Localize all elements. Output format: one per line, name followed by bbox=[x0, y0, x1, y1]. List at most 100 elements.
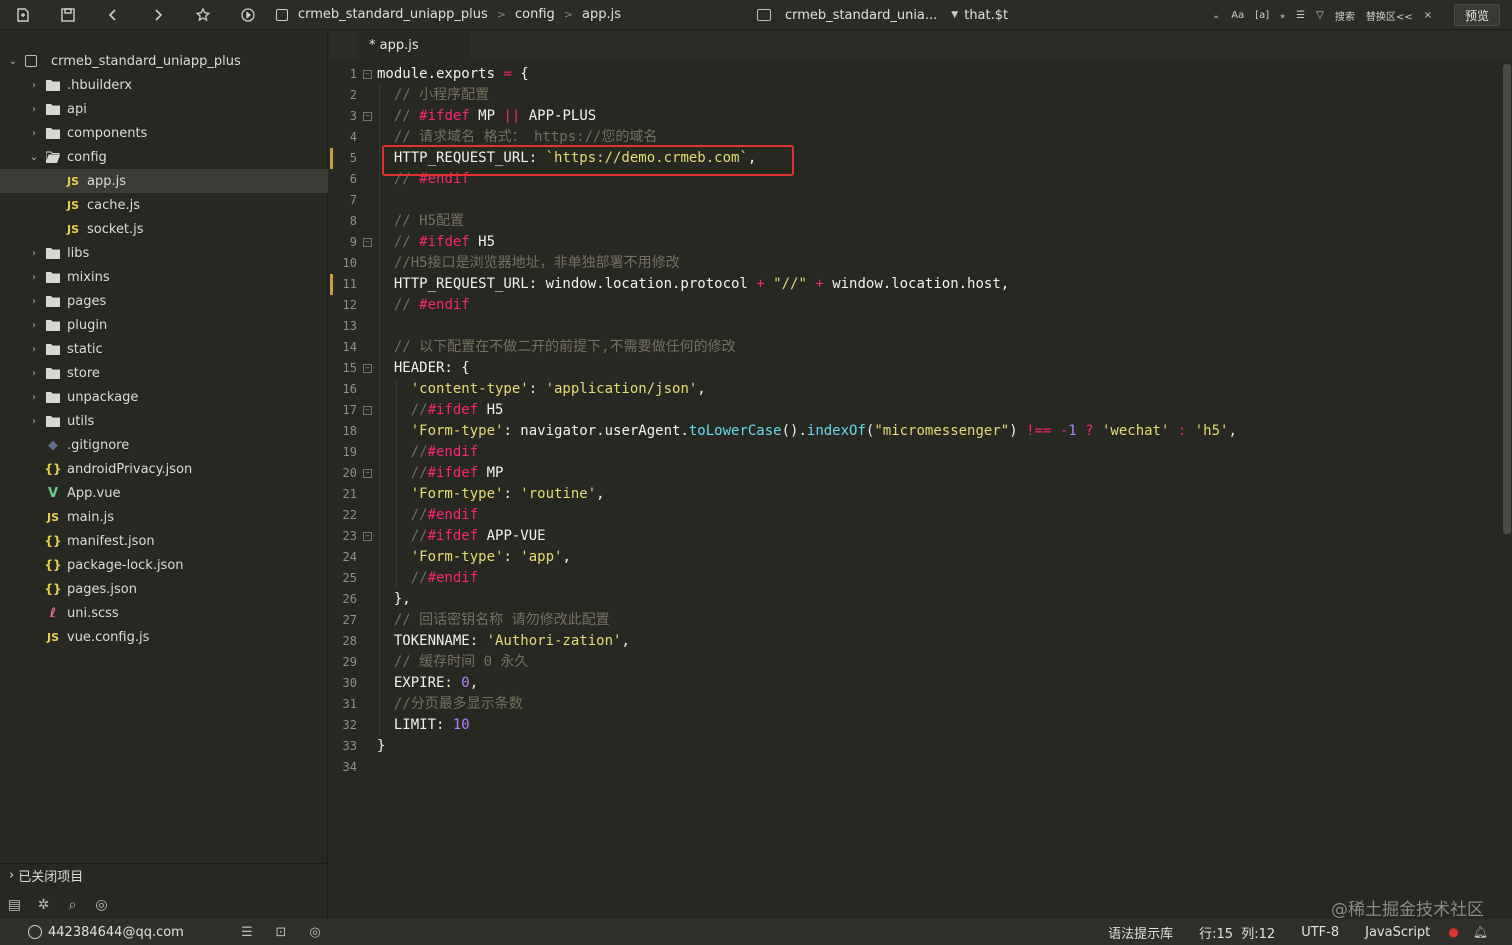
explorer-icon[interactable]: ▤ bbox=[0, 897, 29, 913]
debug-icon[interactable]: ✲ bbox=[29, 897, 58, 913]
forward-icon[interactable] bbox=[135, 0, 180, 30]
sidebar-item[interactable]: › static bbox=[0, 337, 328, 361]
run-icon[interactable] bbox=[225, 0, 270, 30]
bell-icon[interactable]: 🔔︎ bbox=[1473, 925, 1488, 939]
chevron-right-icon[interactable]: › bbox=[28, 272, 40, 283]
code-line[interactable]: 14 // 以下配置在不做二开的前提下,不需要做任何的修改 bbox=[330, 337, 1500, 358]
project-root[interactable]: ⌄ crmeb_standard_uniapp_plus bbox=[0, 49, 328, 73]
sidebar-item[interactable]: › pages bbox=[0, 289, 328, 313]
notification-badge-icon[interactable]: ● bbox=[1448, 925, 1458, 939]
list-button[interactable]: ☰ bbox=[1296, 10, 1305, 21]
fold-toggle-icon[interactable]: − bbox=[363, 406, 372, 415]
code-line[interactable]: 31 //分页最多显示条数 bbox=[330, 694, 1500, 715]
fold-toggle-icon[interactable]: − bbox=[363, 469, 372, 478]
replace-button[interactable]: 替换区<< bbox=[1366, 8, 1413, 23]
browser-icon[interactable]: ◎ bbox=[298, 925, 332, 940]
code-line[interactable]: 34 bbox=[330, 757, 1500, 778]
code-editor[interactable]: 1− module.exports = {2 // 小程序配置 3− // #ifd… bbox=[330, 64, 1512, 918]
code-line[interactable]: 18 'Form-type': navigator.userAgent.toLo… bbox=[330, 421, 1500, 442]
sidebar-item[interactable]: › components bbox=[0, 121, 328, 145]
fold-toggle-icon[interactable]: − bbox=[363, 532, 372, 541]
sidebar-item[interactable]: {} androidPrivacy.json bbox=[0, 457, 328, 481]
syntax-hint-lib[interactable]: 语法提示库 bbox=[1108, 923, 1173, 942]
sidebar-item[interactable]: › libs bbox=[0, 241, 328, 265]
sidebar-item[interactable]: ◆ .gitignore bbox=[0, 433, 328, 457]
sidebar-item[interactable]: › .hbuilderx bbox=[0, 73, 328, 97]
chevron-right-icon[interactable]: › bbox=[28, 248, 40, 259]
code-line[interactable]: 16 'content-type': 'application/json', bbox=[330, 379, 1500, 400]
code-line[interactable]: 2 // 小程序配置 bbox=[330, 85, 1500, 106]
new-file-icon[interactable] bbox=[0, 0, 45, 30]
back-icon[interactable] bbox=[90, 0, 135, 30]
breadcrumb-project[interactable]: crmeb_standard_uniapp_plus bbox=[298, 7, 488, 22]
code-line[interactable]: 25 //#endif bbox=[330, 568, 1500, 589]
sidebar-item[interactable]: {} package-lock.json bbox=[0, 553, 328, 577]
sidebar-item[interactable]: V App.vue bbox=[0, 481, 328, 505]
code-line[interactable]: 27 // 回话密钥名称 请勿修改此配置 bbox=[330, 610, 1500, 631]
chevron-right-icon[interactable]: › bbox=[28, 80, 40, 91]
chevron-right-icon[interactable]: › bbox=[28, 344, 40, 355]
code-line[interactable]: 13 bbox=[330, 316, 1500, 337]
search-area[interactable]: crmeb_standard_unia... ▼ that.$t bbox=[757, 0, 1008, 30]
code-line[interactable]: 10 //H5接口是浏览器地址，非单独部署不用修改 bbox=[330, 253, 1500, 274]
sidebar-item[interactable]: JS main.js bbox=[0, 505, 328, 529]
sidebar-item[interactable]: JS cache.js bbox=[0, 193, 328, 217]
code-line[interactable]: 23− //#ifdef APP-VUE bbox=[330, 526, 1500, 547]
code-line[interactable]: 15− HEADER: { bbox=[330, 358, 1500, 379]
fold-toggle-icon[interactable]: − bbox=[363, 112, 372, 121]
close-search-button[interactable]: × bbox=[1424, 10, 1432, 21]
code-line[interactable]: 28 TOKENNAME: 'Authori-zation', bbox=[330, 631, 1500, 652]
vertical-scrollbar[interactable] bbox=[1503, 64, 1511, 534]
language-mode[interactable]: JavaScript bbox=[1365, 925, 1430, 940]
chevron-down-icon[interactable]: ⌄ bbox=[28, 152, 40, 163]
code-line[interactable]: 9− // #ifdef H5 bbox=[330, 232, 1500, 253]
sidebar-item[interactable]: › plugin bbox=[0, 313, 328, 337]
code-line[interactable]: 12 // #endif bbox=[330, 295, 1500, 316]
fold-toggle-icon[interactable]: − bbox=[363, 238, 372, 247]
expand-search-icon[interactable]: ⌄ bbox=[1212, 10, 1220, 21]
code-line[interactable]: 33} bbox=[330, 736, 1500, 757]
code-line[interactable]: 30 EXPIRE: 0, bbox=[330, 673, 1500, 694]
plugin-icon[interactable]: ◎ bbox=[87, 897, 116, 913]
chevron-right-icon[interactable]: › bbox=[28, 320, 40, 331]
chevron-down-icon[interactable]: ⌄ bbox=[7, 56, 19, 67]
chevron-right-icon[interactable]: › bbox=[28, 296, 40, 307]
whole-word-button[interactable]: [a] bbox=[1255, 10, 1269, 21]
sidebar-item[interactable]: ℓ uni.scss bbox=[0, 601, 328, 625]
breadcrumb-folder[interactable]: config bbox=[515, 7, 555, 22]
chevron-right-icon[interactable]: › bbox=[28, 104, 40, 115]
chevron-right-icon[interactable]: › bbox=[28, 392, 40, 403]
sidebar-item[interactable]: {} pages.json bbox=[0, 577, 328, 601]
code-line[interactable]: 22 //#endif bbox=[330, 505, 1500, 526]
filter-button[interactable]: ▽ bbox=[1316, 10, 1324, 21]
fold-toggle-icon[interactable]: − bbox=[363, 364, 372, 373]
encoding[interactable]: UTF-8 bbox=[1301, 925, 1339, 940]
fold-toggle-icon[interactable]: − bbox=[363, 70, 372, 79]
star-icon[interactable] bbox=[180, 0, 225, 30]
match-case-button[interactable]: Aa bbox=[1231, 10, 1244, 21]
code-line[interactable]: 24 'Form-type': 'app', bbox=[330, 547, 1500, 568]
chevron-right-icon[interactable]: › bbox=[28, 128, 40, 139]
code-line[interactable]: 7 bbox=[330, 190, 1500, 211]
code-line[interactable]: 29 // 缓存时间 0 永久 bbox=[330, 652, 1500, 673]
sidebar-item[interactable]: ⌄ config bbox=[0, 145, 328, 169]
cursor-position[interactable]: 行:15 列:12 bbox=[1199, 923, 1275, 942]
sidebar-item[interactable]: › unpackage bbox=[0, 385, 328, 409]
sidebar-item[interactable]: JS app.js bbox=[0, 169, 328, 193]
code-line[interactable]: 3− // #ifdef MP || APP-PLUS bbox=[330, 106, 1500, 127]
sidebar-item[interactable]: JS socket.js bbox=[0, 217, 328, 241]
code-line[interactable]: 1− module.exports = { bbox=[330, 64, 1500, 85]
code-line[interactable]: 20− //#ifdef MP bbox=[330, 463, 1500, 484]
search-button[interactable]: 搜索 bbox=[1335, 8, 1355, 23]
code-line[interactable]: 11 HTTP_REQUEST_URL: window.location.pro… bbox=[330, 274, 1500, 295]
code-line[interactable]: 8 // H5配置 bbox=[330, 211, 1500, 232]
code-line[interactable]: 19 //#endif bbox=[330, 442, 1500, 463]
preview-button[interactable]: 预览 bbox=[1454, 4, 1500, 26]
search-files-icon[interactable]: ⌕ bbox=[58, 897, 87, 913]
terminal-icon[interactable]: ⊡ bbox=[264, 925, 298, 940]
sidebar-item[interactable]: › store bbox=[0, 361, 328, 385]
code-line[interactable]: 32 LIMIT: 10 bbox=[330, 715, 1500, 736]
closed-projects[interactable]: › 已关闭项目 bbox=[0, 863, 328, 887]
chevron-right-icon[interactable]: › bbox=[28, 416, 40, 427]
code-line[interactable]: 26 }, bbox=[330, 589, 1500, 610]
